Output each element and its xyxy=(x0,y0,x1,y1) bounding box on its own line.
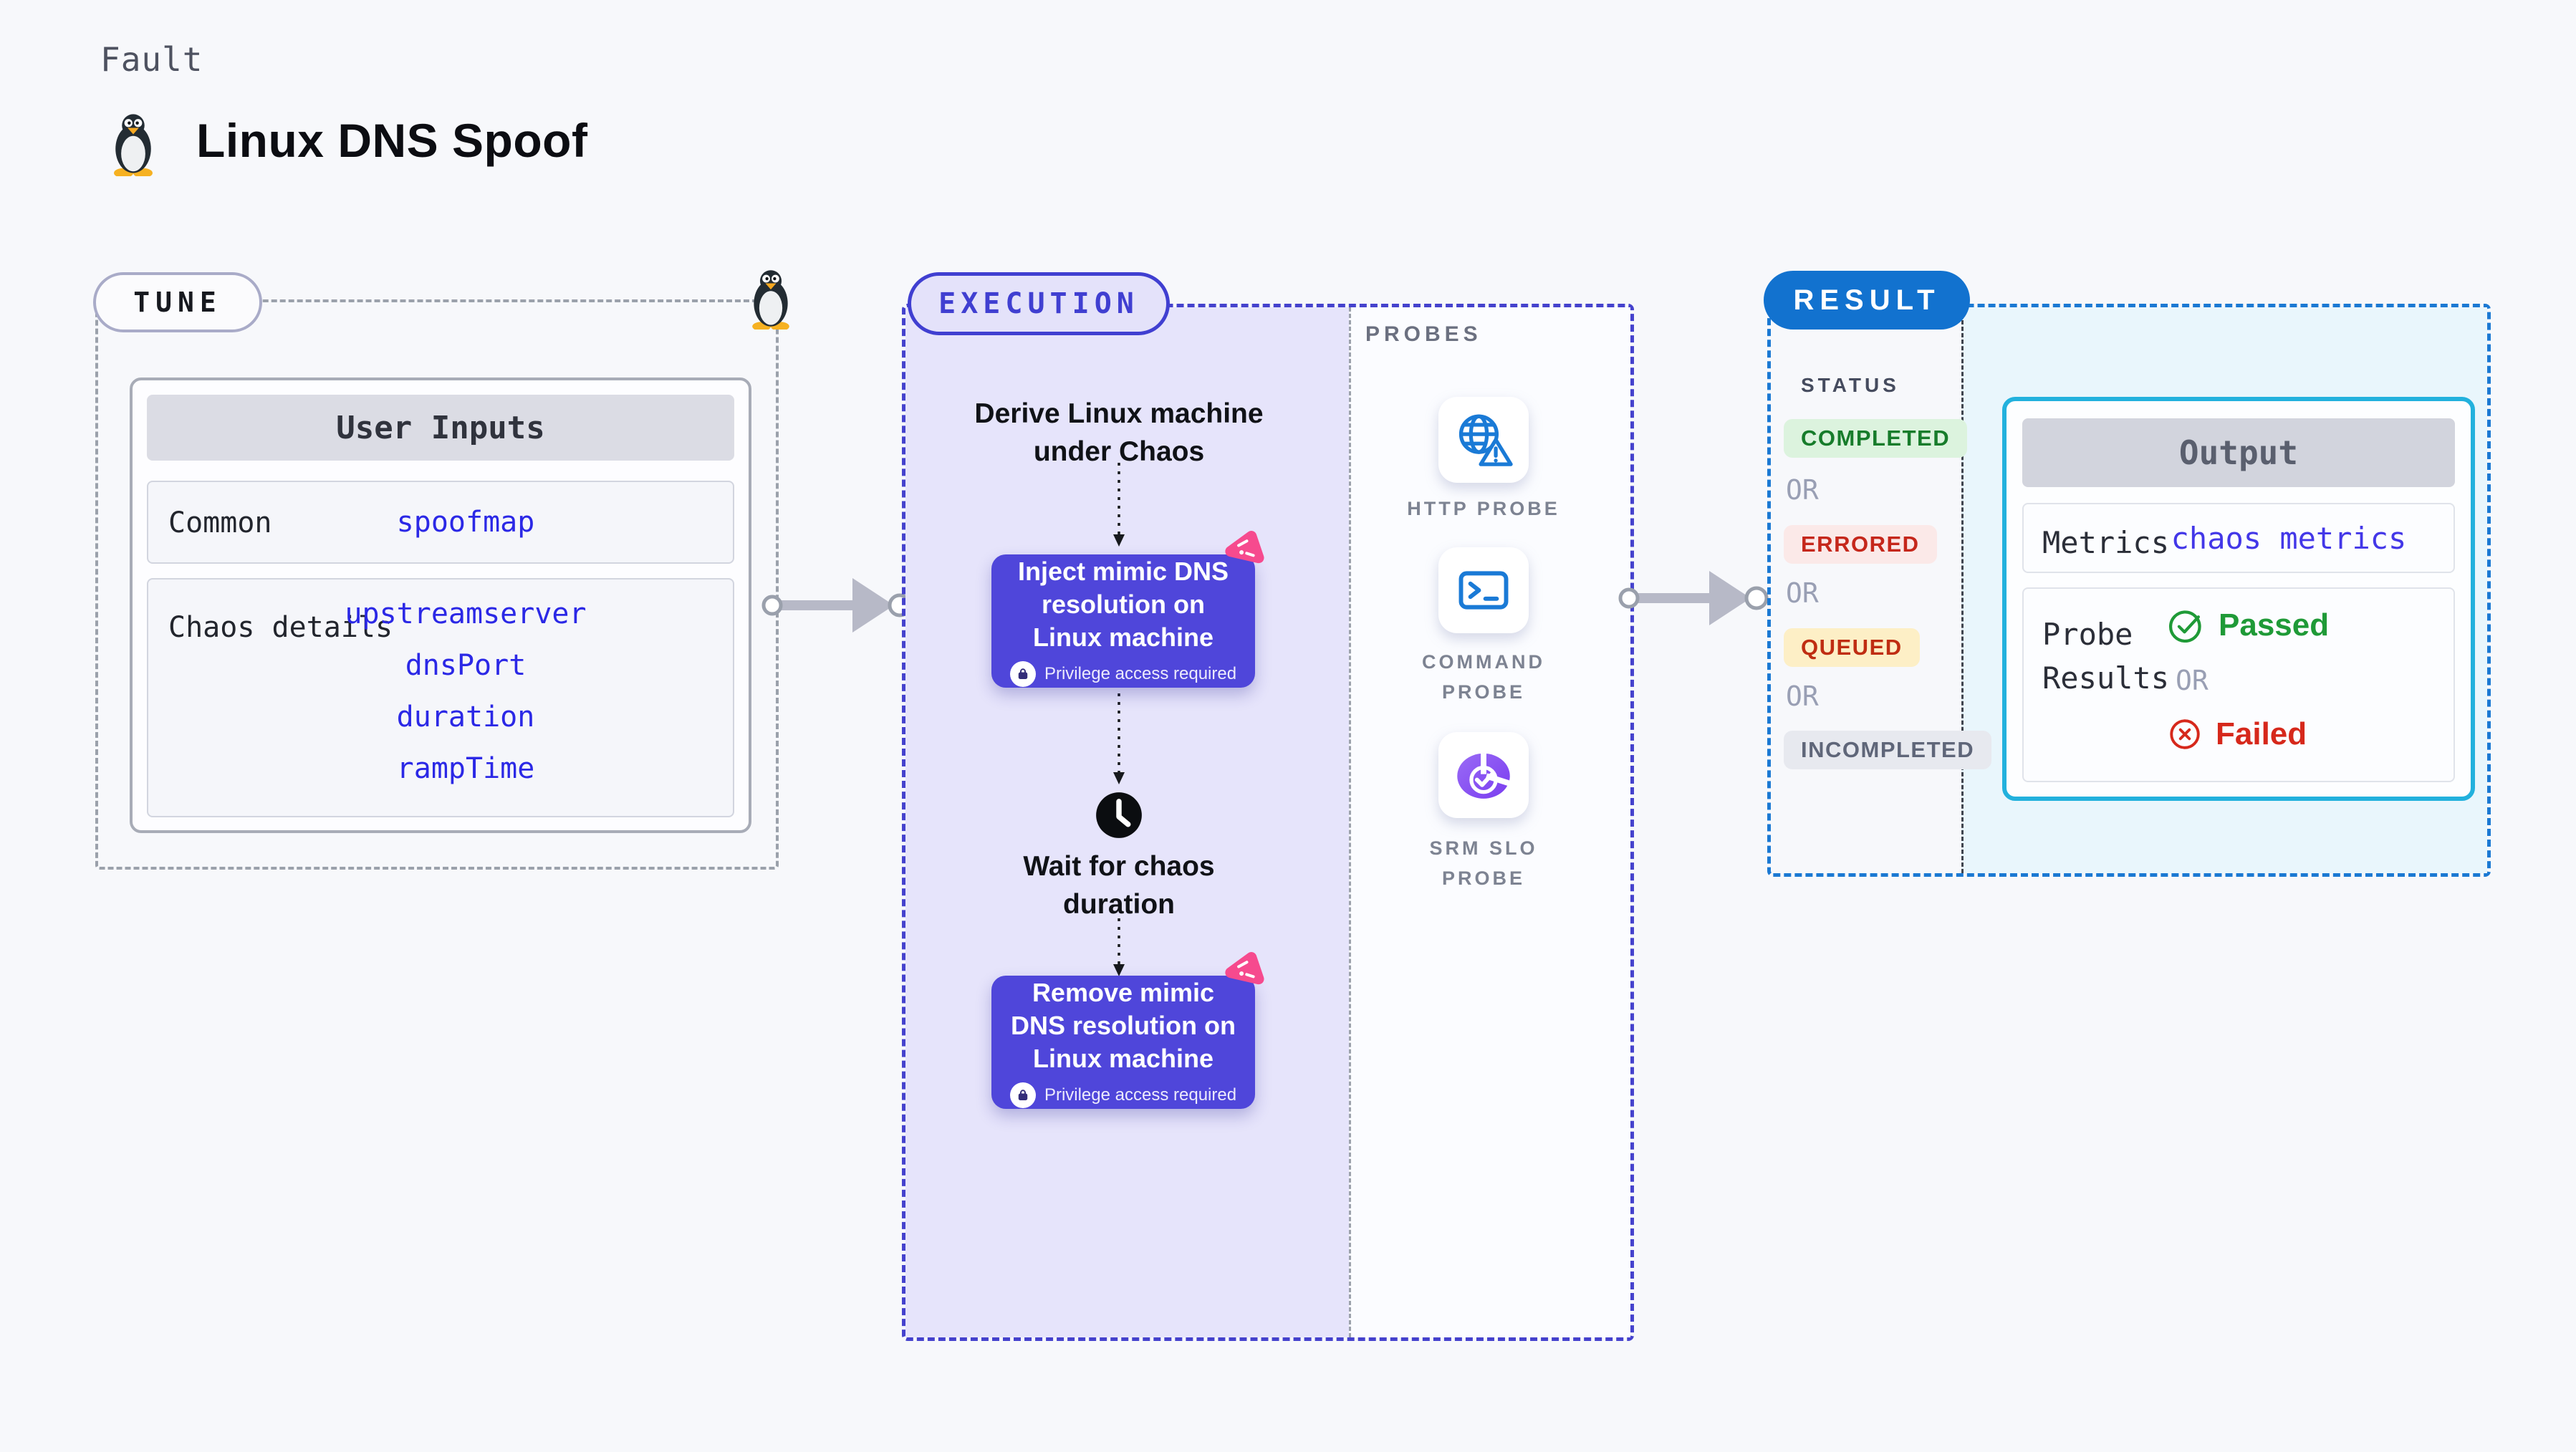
input-value: spoofmap xyxy=(396,506,535,539)
command-probe-label: COMMAND PROBE xyxy=(1422,651,1545,703)
derive-step-text: Derive Linux machine under Chaos xyxy=(974,398,1264,467)
remove-step-text: Remove mimic DNS resolution on Linux mac… xyxy=(1011,977,1236,1074)
wait-step-text: Wait for chaos duration xyxy=(1023,851,1215,920)
output-row-metrics: Metrics chaos metrics xyxy=(2022,503,2455,573)
http-probe-label: HTTP PROBE xyxy=(1407,498,1560,519)
check-circle-icon xyxy=(2168,610,2201,643)
input-value: duration xyxy=(396,701,535,734)
fault-kicker: Fault xyxy=(100,40,203,79)
input-value: rampTime xyxy=(396,752,535,785)
input-row-values: upstreamserver dnsPort duration rampTime xyxy=(148,580,733,816)
flow-arrow-icon xyxy=(761,578,912,633)
remove-chaos-step-card: Remove mimic DNS resolution on Linux mac… xyxy=(991,976,1255,1109)
passed-label: Passed xyxy=(2219,607,2330,643)
user-inputs-header: User Inputs xyxy=(147,395,734,461)
litmus-chaos-icon xyxy=(1225,952,1264,985)
or-separator: OR xyxy=(1786,474,1819,506)
status-badge-completed: COMPLETED xyxy=(1784,419,1968,458)
output-header: Output xyxy=(2022,418,2455,487)
result-stage-pill: RESULT xyxy=(1764,271,1970,330)
flow-arrow-icon xyxy=(1618,571,1769,625)
user-inputs-table: User Inputs Common spoofmap Chaos detail… xyxy=(130,378,751,833)
srm-slo-probe-card xyxy=(1438,732,1529,818)
tune-stage-pill: TUNE xyxy=(93,272,262,332)
padlock-icon xyxy=(1009,1082,1036,1109)
or-separator: OR xyxy=(2176,665,2209,696)
padlock-icon xyxy=(1009,661,1036,688)
http-probe-card xyxy=(1438,397,1529,483)
srm-slo-probe-label: SRM SLO PROBE xyxy=(1429,837,1538,889)
privilege-note-text: Privilege access required xyxy=(1044,664,1237,684)
metrics-value: chaos metrics xyxy=(2171,520,2407,556)
output-row-probe-results: Probe Results Passed OR Failed xyxy=(2022,587,2455,782)
dotted-arrow-down-icon xyxy=(1113,463,1125,547)
probe-result-passed: Passed xyxy=(2167,606,2329,645)
inject-chaos-step-card: Inject mimic DNS resolution on Linux mac… xyxy=(991,554,1255,688)
input-row-chaos-details: Chaos details upstreamserver dnsPort dur… xyxy=(147,578,734,817)
pie-check-icon xyxy=(1457,753,1511,799)
privilege-note: Privilege access required xyxy=(1009,1082,1237,1109)
tux-penguin-icon xyxy=(752,270,789,330)
execution-stage-pill: EXECUTION xyxy=(908,272,1170,335)
or-separator: OR xyxy=(1786,681,1819,712)
failed-label: Failed xyxy=(2216,716,2307,751)
status-badge-queued: QUEUED xyxy=(1784,628,1920,667)
privilege-note-text: Privilege access required xyxy=(1044,1085,1237,1105)
or-separator: OR xyxy=(1786,577,1819,609)
privilege-note: Privilege access required xyxy=(1009,661,1237,688)
terminal-icon xyxy=(1458,571,1509,610)
status-badge-errored: ERRORED xyxy=(1784,525,1937,564)
x-circle-icon xyxy=(2170,719,2200,749)
dotted-arrow-down-icon xyxy=(1113,693,1125,784)
input-row-common: Common spoofmap xyxy=(147,481,734,564)
input-value: dnsPort xyxy=(405,649,527,682)
status-badge-incompleted: INCOMPLETED xyxy=(1784,731,1992,769)
probes-section-label: PROBES xyxy=(1365,322,1482,346)
tux-penguin-icon xyxy=(114,114,153,176)
fault-diagram: Fault Linux DNS Spoof TUNE User Inputs C… xyxy=(0,0,2576,1452)
input-row-values: spoofmap xyxy=(148,482,733,562)
litmus-chaos-icon xyxy=(1225,531,1264,564)
output-table: Output Metrics chaos metrics Probe Resul… xyxy=(2002,397,2475,801)
input-value: upstreamserver xyxy=(345,597,587,630)
dotted-arrow-down-icon xyxy=(1113,918,1125,976)
page-title: Linux DNS Spoof xyxy=(196,114,588,167)
globe-alert-icon xyxy=(1458,414,1513,466)
status-section-label: STATUS xyxy=(1801,374,1900,396)
inject-step-text: Inject mimic DNS resolution on Linux mac… xyxy=(1017,556,1229,653)
command-probe-card xyxy=(1438,547,1529,633)
clock-icon xyxy=(1096,792,1142,838)
probe-result-failed: Failed xyxy=(2167,716,2307,752)
